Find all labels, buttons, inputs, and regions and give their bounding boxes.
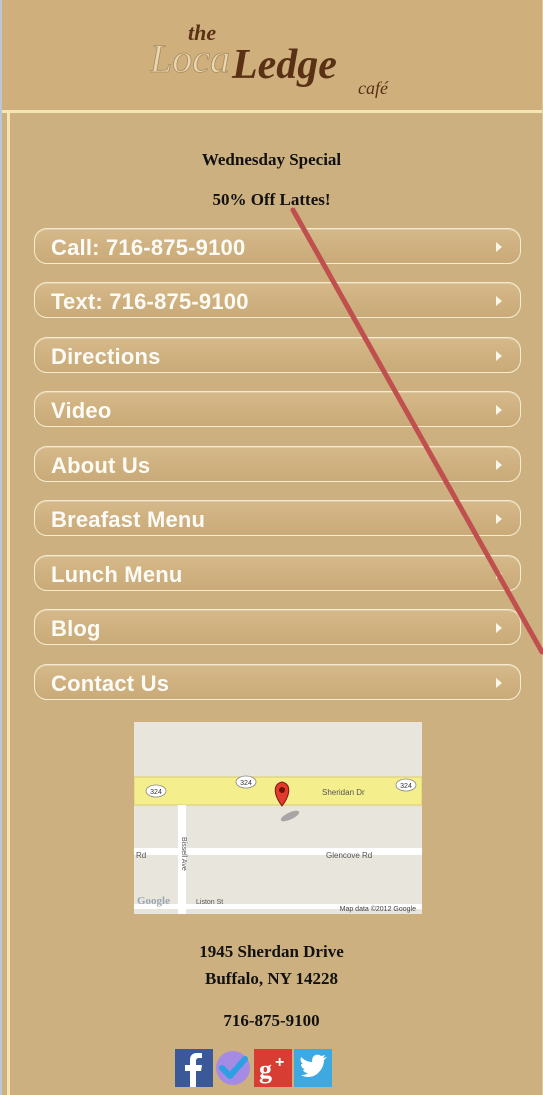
google-plus-icon[interactable]: g + (254, 1049, 292, 1087)
foursquare-icon[interactable] (214, 1049, 252, 1087)
text-button[interactable]: Text: 716-875-9100 (34, 282, 521, 318)
rd-label: Rd (136, 851, 146, 860)
bissell-label: Bissell Ave (180, 837, 187, 871)
call-label: Call: 716-875-9100 (51, 235, 246, 260)
special-offer: 50% Off Lattes! (212, 190, 331, 209)
about-us-button[interactable]: About Us (34, 446, 521, 482)
breakfast-menu-button[interactable]: Breafast Menu (34, 500, 521, 536)
glencove-road (134, 848, 422, 855)
about-us-label: About Us (51, 453, 151, 478)
contact-us-button[interactable]: Contact Us (34, 664, 521, 700)
breakfast-menu-label: Breafast Menu (51, 507, 206, 532)
phone-number[interactable]: 716-875-9100 (0, 1011, 543, 1031)
chevron-right-icon (496, 623, 502, 633)
logo-cafe: café (358, 78, 389, 98)
video-label: Video (51, 398, 112, 423)
svg-text:g: g (259, 1055, 272, 1084)
route-shield-label: 324 (400, 783, 412, 790)
blog-label: Blog (51, 616, 101, 641)
route-shield-label: 324 (150, 789, 162, 796)
text-label: Text: 716-875-9100 (51, 289, 249, 314)
google-logo: Google (137, 895, 170, 907)
map-graphic: 324 324 324 Sheridan Dr Glencove Rd Rd B… (134, 722, 422, 914)
facebook-icon[interactable] (175, 1049, 213, 1087)
location-map[interactable]: 324 324 324 Sheridan Dr Glencove Rd Rd B… (134, 722, 422, 914)
svg-text:+: + (275, 1054, 284, 1071)
chevron-right-icon (496, 351, 502, 361)
lunch-menu-button[interactable]: Lunch Menu (34, 555, 521, 591)
lunch-menu-label: Lunch Menu (51, 562, 183, 587)
chevron-right-icon (496, 569, 502, 579)
sheridan-label: Sheridan Dr (322, 788, 365, 797)
special-title: Wednesday Special (201, 150, 342, 169)
chevron-right-icon (496, 242, 502, 252)
site-header: the Loca Ledge café (2, 0, 542, 113)
contact-us-label: Contact Us (51, 671, 170, 696)
call-button[interactable]: Call: 716-875-9100 (34, 228, 521, 264)
address-line-1: 1945 Sherdan Drive (199, 942, 344, 961)
route-shield-label: 324 (240, 780, 252, 787)
address-line-2: Buffalo, NY 14228 (204, 969, 338, 988)
chevron-right-icon (496, 514, 502, 524)
liston-label: Liston St (196, 899, 223, 906)
loca-ledge-logo[interactable]: the Loca Ledge café (150, 14, 410, 99)
chevron-right-icon (496, 460, 502, 470)
map-attribution: Map data ©2012 Google (340, 905, 416, 913)
directions-label: Directions (51, 344, 161, 369)
chevron-right-icon (496, 405, 502, 415)
directions-button[interactable]: Directions (34, 337, 521, 373)
video-button[interactable]: Video (34, 391, 521, 427)
logo-loca: Loca (150, 36, 230, 81)
chevron-right-icon (496, 678, 502, 688)
twitter-icon[interactable] (294, 1049, 332, 1087)
logo-ledge: Ledge (231, 42, 337, 88)
glencove-label: Glencove Rd (326, 851, 372, 860)
blog-button[interactable]: Blog (34, 609, 521, 645)
chevron-right-icon (496, 296, 502, 306)
